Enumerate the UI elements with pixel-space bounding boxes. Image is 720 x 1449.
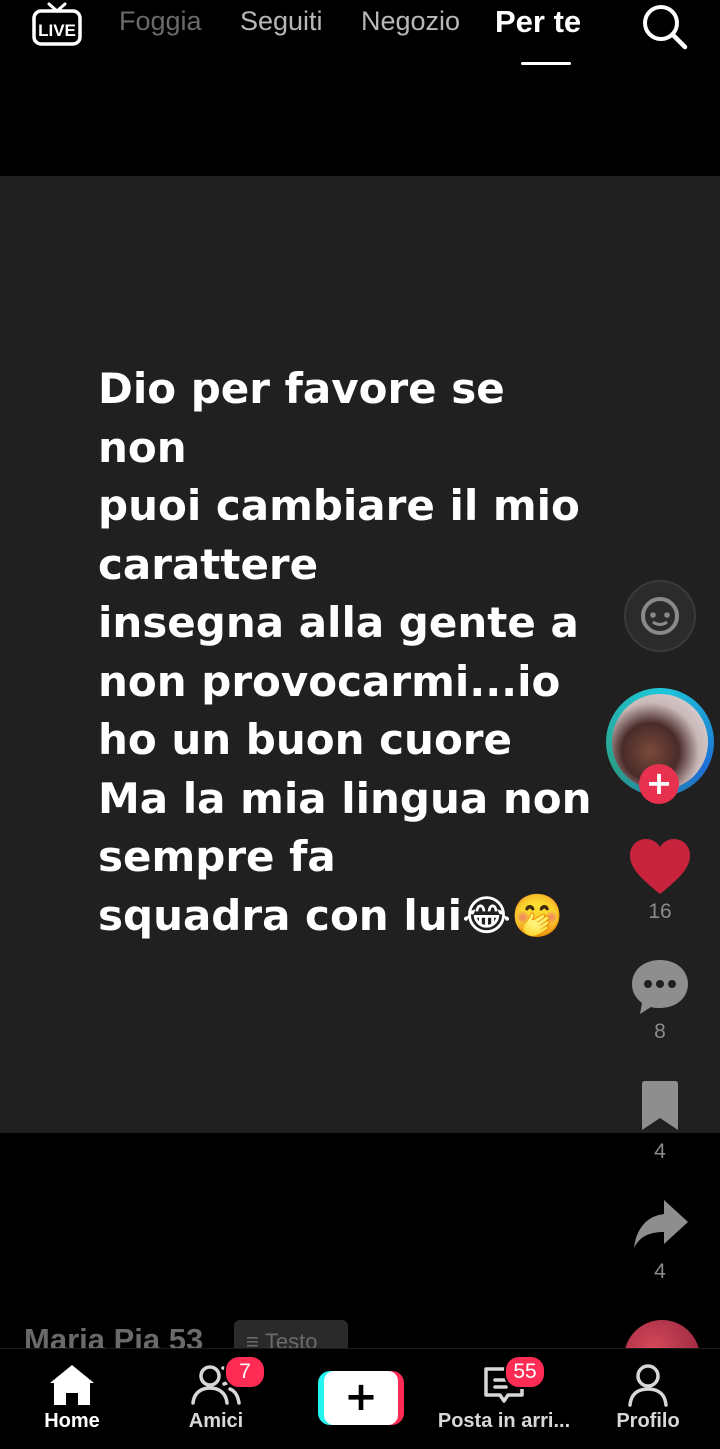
active-tab-indicator — [521, 62, 571, 65]
caption-line: non — [98, 422, 187, 472]
nav-friends[interactable]: 7 Amici — [144, 1349, 288, 1449]
home-icon — [50, 1365, 94, 1405]
tab-seguiti[interactable]: Seguiti — [240, 6, 323, 37]
search-icon[interactable] — [640, 2, 688, 50]
caption-line: ho un buon cuore — [98, 715, 512, 764]
tab-negozio[interactable]: Negozio — [361, 6, 460, 37]
inbox-badge: 55 — [504, 1355, 546, 1389]
bookmark-button[interactable] — [638, 1080, 682, 1132]
nav-inbox[interactable]: 55 Posta in arri... — [432, 1349, 576, 1449]
nav-home[interactable]: Home — [0, 1349, 144, 1449]
tab-per-te[interactable]: Per te — [495, 4, 581, 40]
share-button[interactable] — [632, 1198, 690, 1250]
caption-line: squadra con lui😂🤭 — [98, 890, 564, 940]
like-button[interactable] — [628, 838, 692, 896]
bookmarks-count: 4 — [654, 1140, 666, 1163]
friends-badge: 7 — [224, 1355, 266, 1389]
nav-home-label: Home — [44, 1410, 100, 1432]
comment-bubble-icon — [632, 960, 688, 1014]
likes-count: 16 — [648, 900, 672, 923]
svg-text:LIVE: LIVE — [38, 21, 76, 40]
video-caption-text: Dio per favore se non puoi cambiare il m… — [98, 360, 618, 945]
create-plus-icon: + — [324, 1371, 398, 1425]
top-navigation: LIVE Foggia Seguiti Negozio Per te — [0, 0, 720, 70]
nav-friends-label: Amici — [188, 1410, 244, 1432]
heart-icon — [630, 839, 690, 894]
caption-line: carattere — [98, 539, 319, 589]
nav-inbox-label: Posta in arri... — [437, 1410, 571, 1432]
caption-line: Ma la mia lingua non — [98, 773, 592, 823]
caption-line: non provocarmi...io — [98, 656, 561, 706]
nav-profile[interactable]: Profilo — [576, 1349, 720, 1449]
caption-line: puoi cambiare il mio — [98, 481, 580, 530]
comments-count: 8 — [654, 1020, 666, 1043]
nav-profile-label: Profilo — [616, 1410, 680, 1432]
caption-line: Dio per favore se — [98, 364, 505, 413]
comment-button[interactable] — [630, 958, 690, 1016]
caption-line: insegna alla gente a — [98, 598, 579, 647]
bookmark-icon — [642, 1081, 678, 1130]
effect-face-icon[interactable] — [624, 580, 696, 652]
share-arrow-icon — [634, 1200, 688, 1248]
caption-line: sempre fa — [98, 832, 336, 881]
live-icon[interactable]: LIVE — [32, 2, 82, 46]
follow-button[interactable]: + — [639, 764, 679, 804]
shares-count: 4 — [654, 1260, 666, 1283]
create-button[interactable]: + — [318, 1371, 404, 1425]
profile-icon — [628, 1364, 668, 1407]
bottom-navigation: Home 7 Amici + 55 Posta in arri... Profi… — [0, 1348, 720, 1449]
tab-foggia[interactable]: Foggia — [119, 6, 202, 37]
